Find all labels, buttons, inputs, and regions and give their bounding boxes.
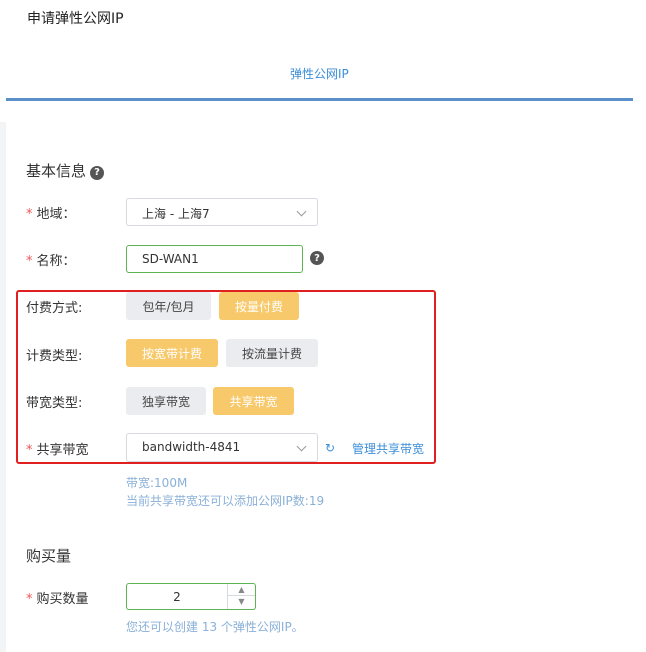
section-purchase-title: 购买量	[26, 547, 72, 565]
quantity-stepper[interactable]: 2 ▲ ▼	[126, 583, 256, 610]
tab-underline	[6, 98, 633, 101]
remaining-ip-hint: 当前共享带宽还可以添加公网IP数:19	[126, 494, 325, 508]
section-basic-title: 基本信息	[26, 162, 87, 180]
header-area: 申请弹性公网IP 弹性公网IP	[0, 0, 646, 122]
quantity-label: * 购买数量	[26, 588, 89, 607]
region-select[interactable]: 上海 - 上海7	[126, 198, 318, 226]
tab-eip[interactable]: 弹性公网IP	[290, 65, 349, 82]
highlight-box	[16, 290, 436, 464]
quantity-hint: 您还可以创建 13 个弹性公网IP。	[126, 620, 304, 634]
name-label: * 名称：	[26, 250, 76, 269]
chevron-up-icon[interactable]: ▲	[228, 584, 255, 596]
required-mark: *	[26, 592, 33, 607]
help-icon[interactable]: ?	[90, 165, 105, 180]
name-label-text: 名称：	[36, 254, 76, 269]
chevron-down-icon[interactable]: ▼	[228, 596, 255, 608]
quantity-label-text: 购买数量	[36, 592, 89, 607]
quantity-value[interactable]: 2	[127, 590, 227, 604]
region-value: 上海 - 上海7	[142, 207, 210, 221]
page-title: 申请弹性公网IP	[27, 11, 124, 27]
region-label: * 地域：	[26, 203, 76, 222]
required-mark: *	[26, 254, 33, 269]
stepper-arrows: ▲ ▼	[227, 584, 255, 609]
help-icon[interactable]: ?	[310, 251, 324, 265]
required-mark: *	[26, 207, 33, 222]
region-label-text: 地域：	[36, 207, 76, 222]
bandwidth-hint: 带宽:100M	[126, 476, 188, 490]
chevron-down-icon	[296, 206, 307, 217]
name-input[interactable]: SD-WAN1	[126, 245, 303, 273]
section-basic-info: 基本信息?	[26, 160, 105, 181]
